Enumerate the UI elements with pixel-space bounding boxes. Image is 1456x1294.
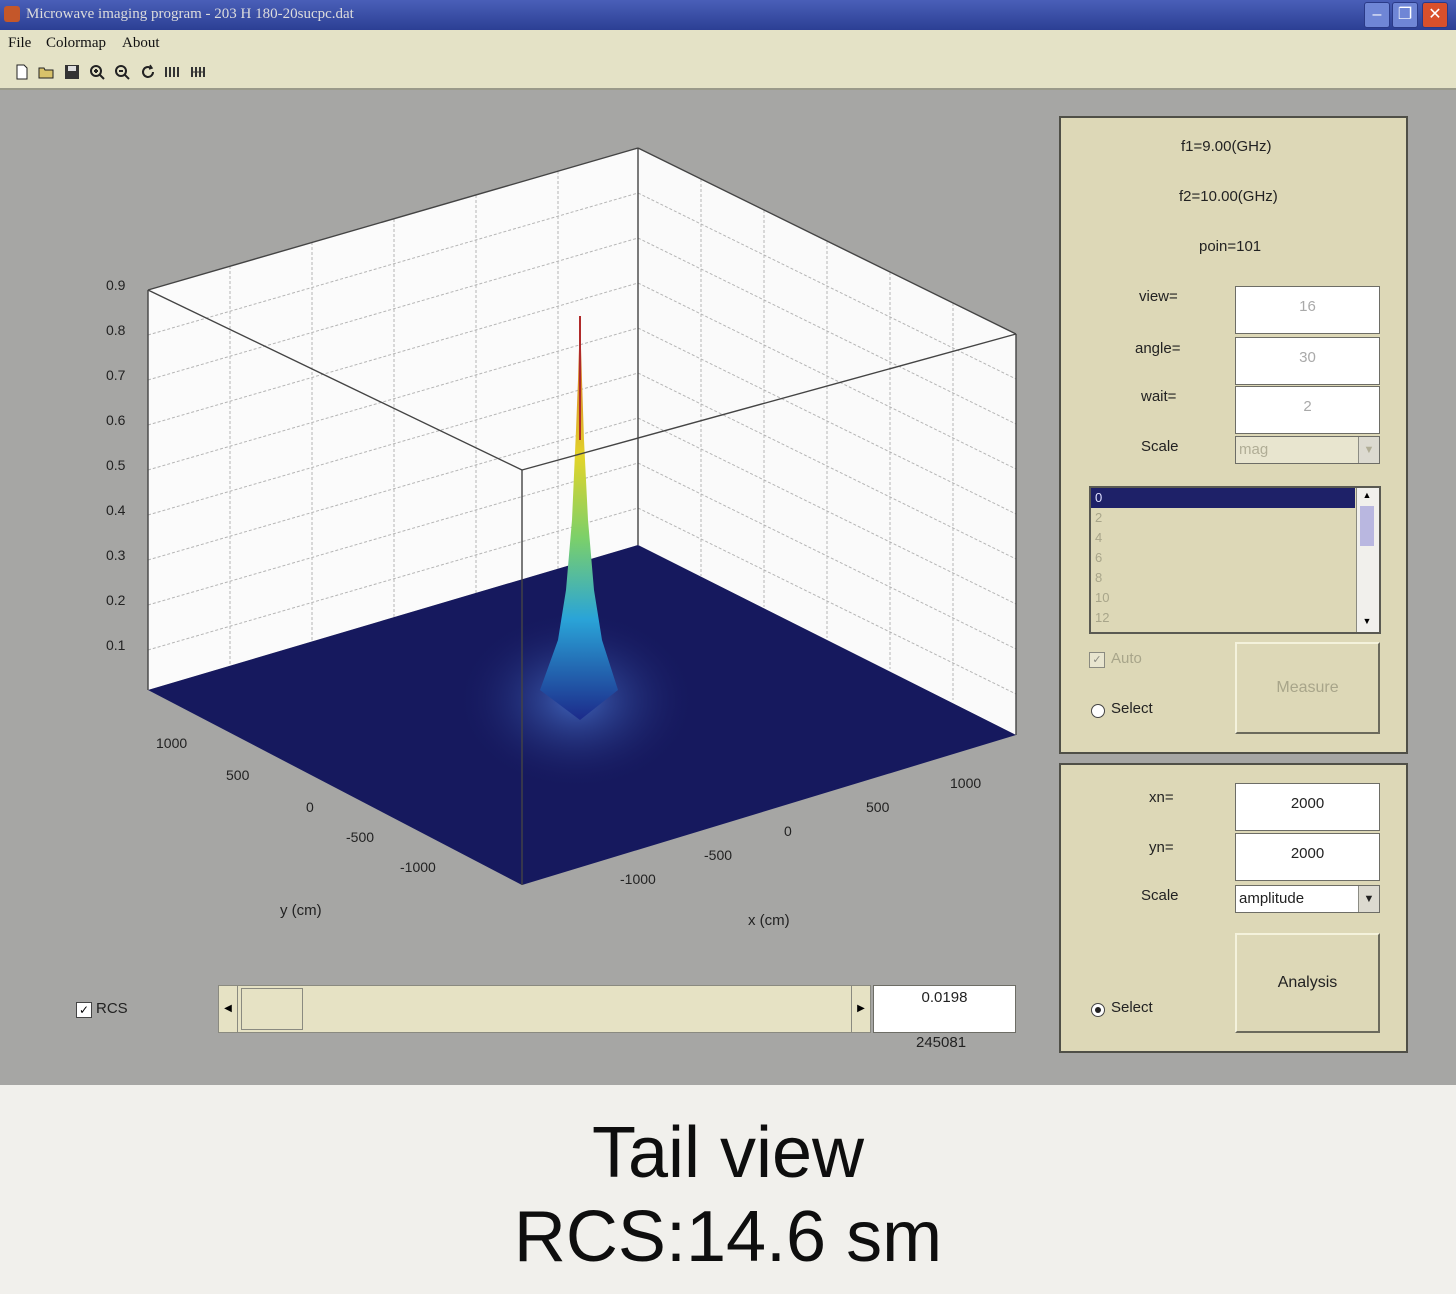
z-tick-label: 0.4 bbox=[106, 502, 126, 518]
y-tick-label: 1000 bbox=[156, 735, 187, 751]
scroll-down-icon[interactable]: ▼ bbox=[1359, 616, 1375, 630]
list-item[interactable]: 4 bbox=[1095, 530, 1102, 545]
chevron-down-icon[interactable]: ▼ bbox=[1358, 886, 1379, 912]
app-icon bbox=[4, 6, 20, 22]
menu-about[interactable]: About bbox=[122, 35, 160, 52]
scale-label-2: Scale bbox=[1141, 887, 1179, 904]
list-item[interactable]: 0 bbox=[1095, 490, 1102, 505]
application-window: Microwave imaging program - 203 H 180-20… bbox=[0, 0, 1456, 1085]
z-tick-label: 0.6 bbox=[106, 412, 126, 428]
surface-plot[interactable]: 0.9 0.8 0.7 0.6 0.5 0.4 0.3 0.2 0.1 1000… bbox=[90, 130, 1050, 950]
slider-value-field[interactable]: 0.0198 bbox=[873, 985, 1016, 1033]
z-tick-label: 0.2 bbox=[106, 592, 126, 608]
minimize-icon[interactable]: – bbox=[1364, 2, 1390, 28]
menu-colormap[interactable]: Colormap bbox=[46, 35, 106, 52]
rotate-icon[interactable] bbox=[140, 64, 156, 80]
x-tick-label: 0 bbox=[784, 823, 792, 839]
scroll-thumb[interactable] bbox=[1360, 506, 1374, 546]
close-icon[interactable]: ✕ bbox=[1422, 2, 1448, 28]
y-tick-label: 0 bbox=[306, 799, 314, 815]
select-label: Select bbox=[1111, 700, 1153, 717]
z-tick-label: 0.3 bbox=[106, 547, 126, 563]
scale-label: Scale bbox=[1141, 438, 1179, 455]
scale-select-mag[interactable]: mag ▼ bbox=[1235, 436, 1380, 464]
xn-label: xn= bbox=[1149, 789, 1174, 806]
data-tool-icon[interactable] bbox=[164, 64, 180, 80]
yn-label: yn= bbox=[1149, 839, 1174, 856]
x-tick-label: 500 bbox=[866, 799, 890, 815]
f1-label: f1=9.00(GHz) bbox=[1181, 138, 1272, 155]
chevron-down-icon[interactable]: ▼ bbox=[1358, 437, 1379, 463]
z-tick-label: 0.7 bbox=[106, 367, 126, 383]
analysis-panel: xn= 2000 yn= 2000 Scale amplitude ▼ Sele… bbox=[1059, 763, 1408, 1053]
select-label-2: Select bbox=[1111, 999, 1153, 1016]
wait-field[interactable]: 2 bbox=[1235, 386, 1380, 434]
x-axis-label: x (cm) bbox=[748, 912, 790, 929]
measure-button[interactable]: Measure bbox=[1235, 642, 1380, 734]
menu-file[interactable]: File bbox=[8, 35, 31, 52]
xn-field[interactable]: 2000 bbox=[1235, 783, 1380, 831]
x-tick-label: 1000 bbox=[950, 775, 981, 791]
data-tool-2-icon[interactable] bbox=[190, 64, 206, 80]
y-tick-label: 500 bbox=[226, 767, 250, 783]
select-radio[interactable] bbox=[1091, 704, 1105, 718]
angle-label: angle= bbox=[1135, 340, 1181, 357]
slider-left-icon[interactable]: ◀ bbox=[219, 986, 238, 1032]
view-label: view= bbox=[1139, 288, 1178, 305]
scale-value-2: amplitude bbox=[1239, 890, 1305, 907]
list-item[interactable]: 12 bbox=[1095, 610, 1109, 625]
list-item[interactable]: 6 bbox=[1095, 550, 1102, 565]
x-tick-label: -1000 bbox=[620, 871, 656, 887]
radio-dot bbox=[1095, 1007, 1101, 1013]
list-item[interactable]: 10 bbox=[1095, 590, 1109, 605]
f2-label: f2=10.00(GHz) bbox=[1179, 188, 1278, 205]
z-tick-label: 0.5 bbox=[106, 457, 126, 473]
angle-field[interactable]: 30 bbox=[1235, 337, 1380, 385]
caption-title: Tail view bbox=[591, 1113, 865, 1193]
zoom-out-icon[interactable] bbox=[114, 64, 130, 80]
wait-label: wait= bbox=[1141, 388, 1177, 405]
list-item[interactable]: 2 bbox=[1095, 510, 1102, 525]
y-tick-label: -1000 bbox=[400, 859, 436, 875]
auto-checkbox[interactable]: ✓ bbox=[1089, 652, 1105, 668]
parameter-panel: f1=9.00(GHz) f2=10.00(GHz) poin=101 view… bbox=[1059, 116, 1408, 754]
y-axis-label: y (cm) bbox=[280, 902, 322, 919]
save-icon[interactable] bbox=[64, 64, 80, 80]
auto-label: Auto bbox=[1111, 650, 1142, 667]
slider-count-label: 245081 bbox=[916, 1034, 967, 1051]
caption-rcs: RCS:14.6 sm bbox=[513, 1197, 943, 1277]
rcs-checkbox[interactable]: ✓ bbox=[76, 1002, 92, 1018]
z-tick-label: 0.1 bbox=[106, 637, 126, 653]
select-radio-2[interactable] bbox=[1091, 1003, 1105, 1017]
window-title: Microwave imaging program - 203 H 180-20… bbox=[26, 6, 354, 22]
rcs-label: RCS bbox=[96, 1000, 128, 1017]
scroll-up-icon[interactable]: ▲ bbox=[1359, 490, 1375, 504]
view-field[interactable]: 16 bbox=[1235, 286, 1380, 334]
x-tick-label: -500 bbox=[704, 847, 732, 863]
toolbar bbox=[0, 58, 1456, 90]
maximize-icon[interactable]: ❐ bbox=[1392, 2, 1418, 28]
zoom-in-icon[interactable] bbox=[89, 64, 105, 80]
list-scrollbar[interactable]: ▲ ▼ bbox=[1356, 488, 1379, 632]
analysis-button[interactable]: Analysis bbox=[1235, 933, 1380, 1033]
view-listbox[interactable]: 0 2 4 6 8 10 12 ▲ ▼ bbox=[1089, 486, 1381, 634]
scale-select-amplitude[interactable]: amplitude ▼ bbox=[1235, 885, 1380, 913]
open-folder-icon[interactable] bbox=[38, 64, 54, 80]
y-tick-label: -500 bbox=[346, 829, 374, 845]
poin-label: poin=101 bbox=[1199, 238, 1262, 255]
title-bar[interactable]: Microwave imaging program - 203 H 180-20… bbox=[0, 0, 1456, 30]
new-file-icon[interactable] bbox=[14, 64, 30, 80]
list-item[interactable]: 8 bbox=[1095, 570, 1102, 585]
slider-thumb[interactable] bbox=[241, 988, 303, 1030]
yn-field[interactable]: 2000 bbox=[1235, 833, 1380, 881]
rcs-slider[interactable]: ◀ ▶ bbox=[218, 985, 871, 1033]
list-selection bbox=[1091, 488, 1355, 508]
slider-right-icon[interactable]: ▶ bbox=[851, 986, 870, 1032]
z-tick-label: 0.9 bbox=[106, 277, 126, 293]
scale-value: mag bbox=[1239, 441, 1269, 458]
z-tick-label: 0.8 bbox=[106, 322, 126, 338]
menu-bar: File Colormap About bbox=[0, 30, 1456, 59]
